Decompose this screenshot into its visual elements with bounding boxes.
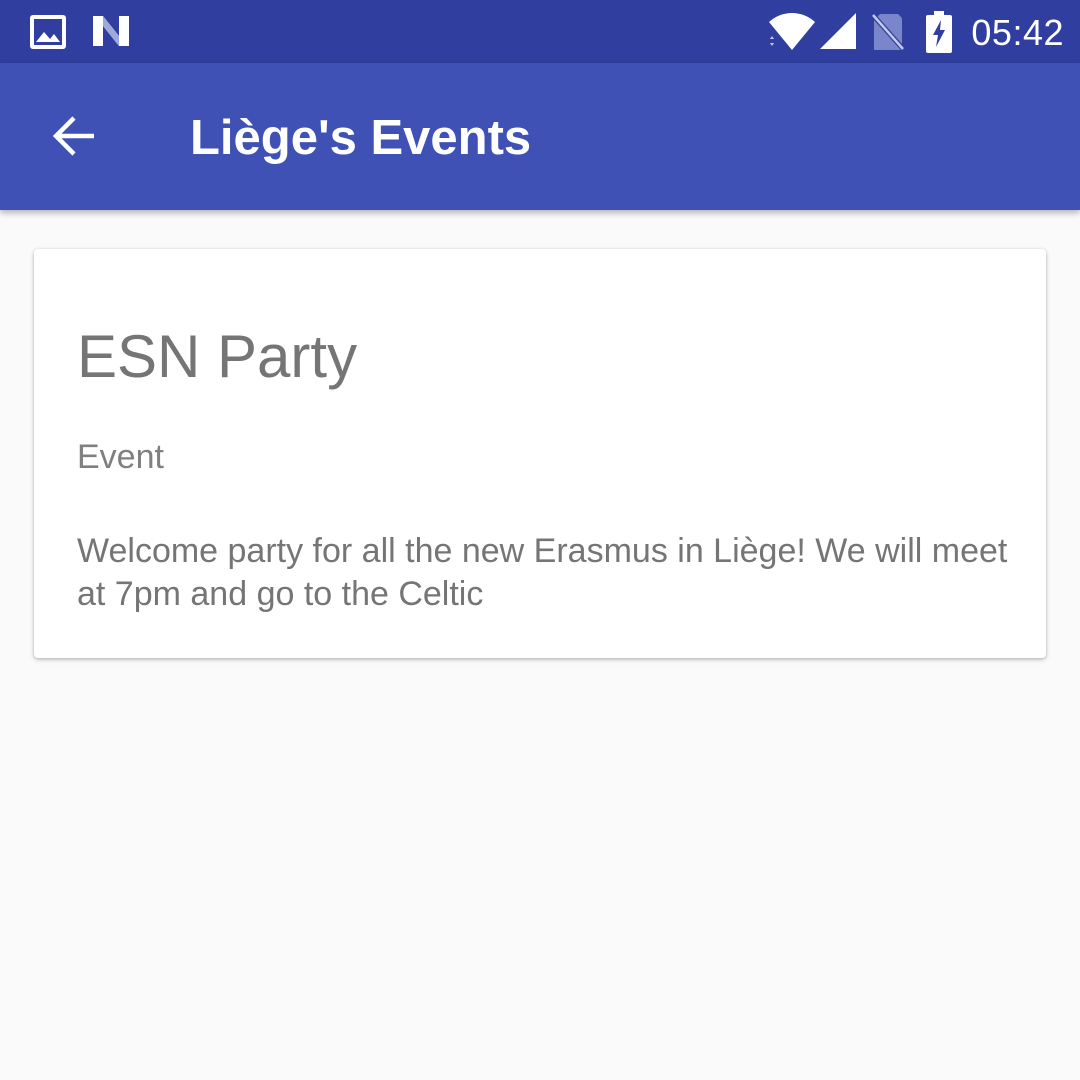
status-time: 05:42: [971, 12, 1064, 53]
event-title: ESN Party: [77, 323, 358, 390]
n-notification-icon: [93, 16, 129, 46]
status-bar: 05:42: [0, 0, 1080, 63]
event-type-label: Event: [77, 438, 164, 476]
cell-signal-icon: [820, 13, 856, 49]
wifi-icon: [769, 13, 815, 50]
event-card[interactable]: ESN Party Event Welcome party for all th…: [34, 249, 1046, 658]
arrow-back-icon: [52, 116, 94, 156]
page-title: Liège's Events: [190, 111, 532, 165]
app-bar: Liège's Events: [0, 63, 1080, 210]
battery-charging-icon: [926, 11, 952, 53]
back-button[interactable]: [38, 100, 110, 172]
event-description: Welcome party for all the new Erasmus in…: [77, 532, 1008, 613]
image-notification-icon: [30, 15, 66, 49]
no-sim-icon: [870, 12, 906, 52]
